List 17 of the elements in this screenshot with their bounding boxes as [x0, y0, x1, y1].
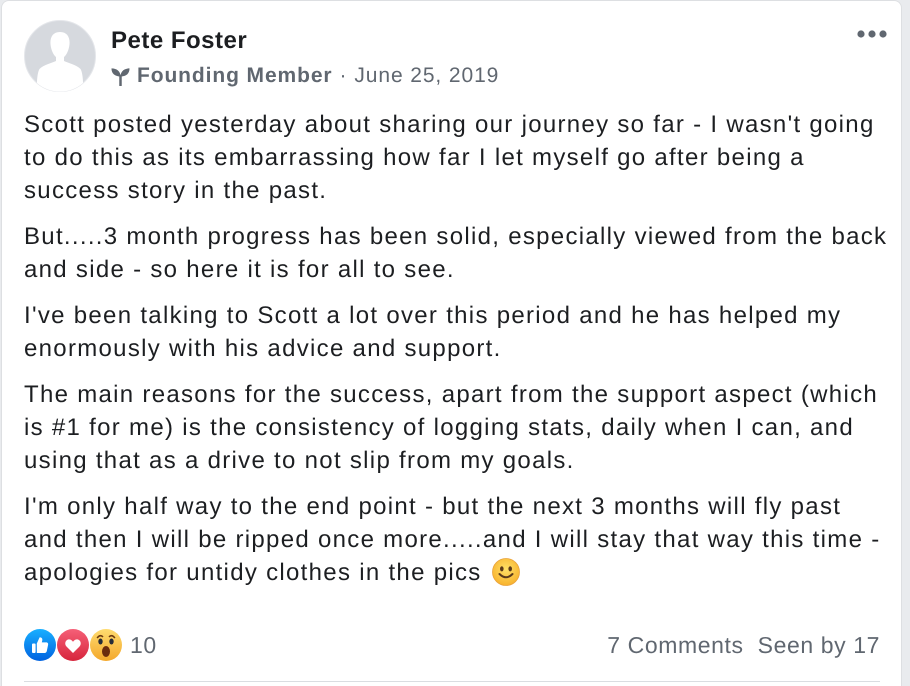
- heart-reaction-icon: [57, 629, 89, 661]
- like-reaction-icon: [24, 629, 56, 661]
- author-name[interactable]: Pete Foster: [111, 27, 248, 54]
- post-paragraph: But.....3 month progress has been solid, especially viewed from the back and side - so here it is for all to see.: [24, 223, 888, 283]
- separator-dot: ·: [340, 63, 348, 89]
- comments-link[interactable]: 7 Comments: [607, 632, 744, 658]
- post-paragraph: Scott posted yesterday about sharing our journey so far - I wasn't going to do this as its embarrassing how far I let myself go after being a success story in the past.: [24, 111, 875, 204]
- post-paragraph: The main reasons for the success, apart from the support aspect (which is #1 for me) is the consistency of logging stats, daily when I can, and using that as a drive to not slip from my goals.: [24, 381, 878, 474]
- member-badge-label: Founding Member: [137, 63, 332, 89]
- reaction-count[interactable]: 10: [130, 632, 157, 658]
- post-paragraph: I'm only half way to the end point - but the next 3 months will fly past and then I will be ripped once more.....and I will stay that way this time - apologies for untidy clothes in the pics: [24, 493, 880, 586]
- post-paragraph: I've been talking to Scott a lot over this period and he has helped my enormously with his advice and support.: [24, 302, 842, 362]
- sprout-icon: [111, 66, 130, 86]
- surprised-face-icon: [90, 629, 122, 661]
- post-date[interactable]: June 25, 2019: [354, 62, 500, 90]
- more-options-icon[interactable]: [857, 30, 887, 38]
- seen-by-link[interactable]: Seen by 17: [758, 632, 880, 658]
